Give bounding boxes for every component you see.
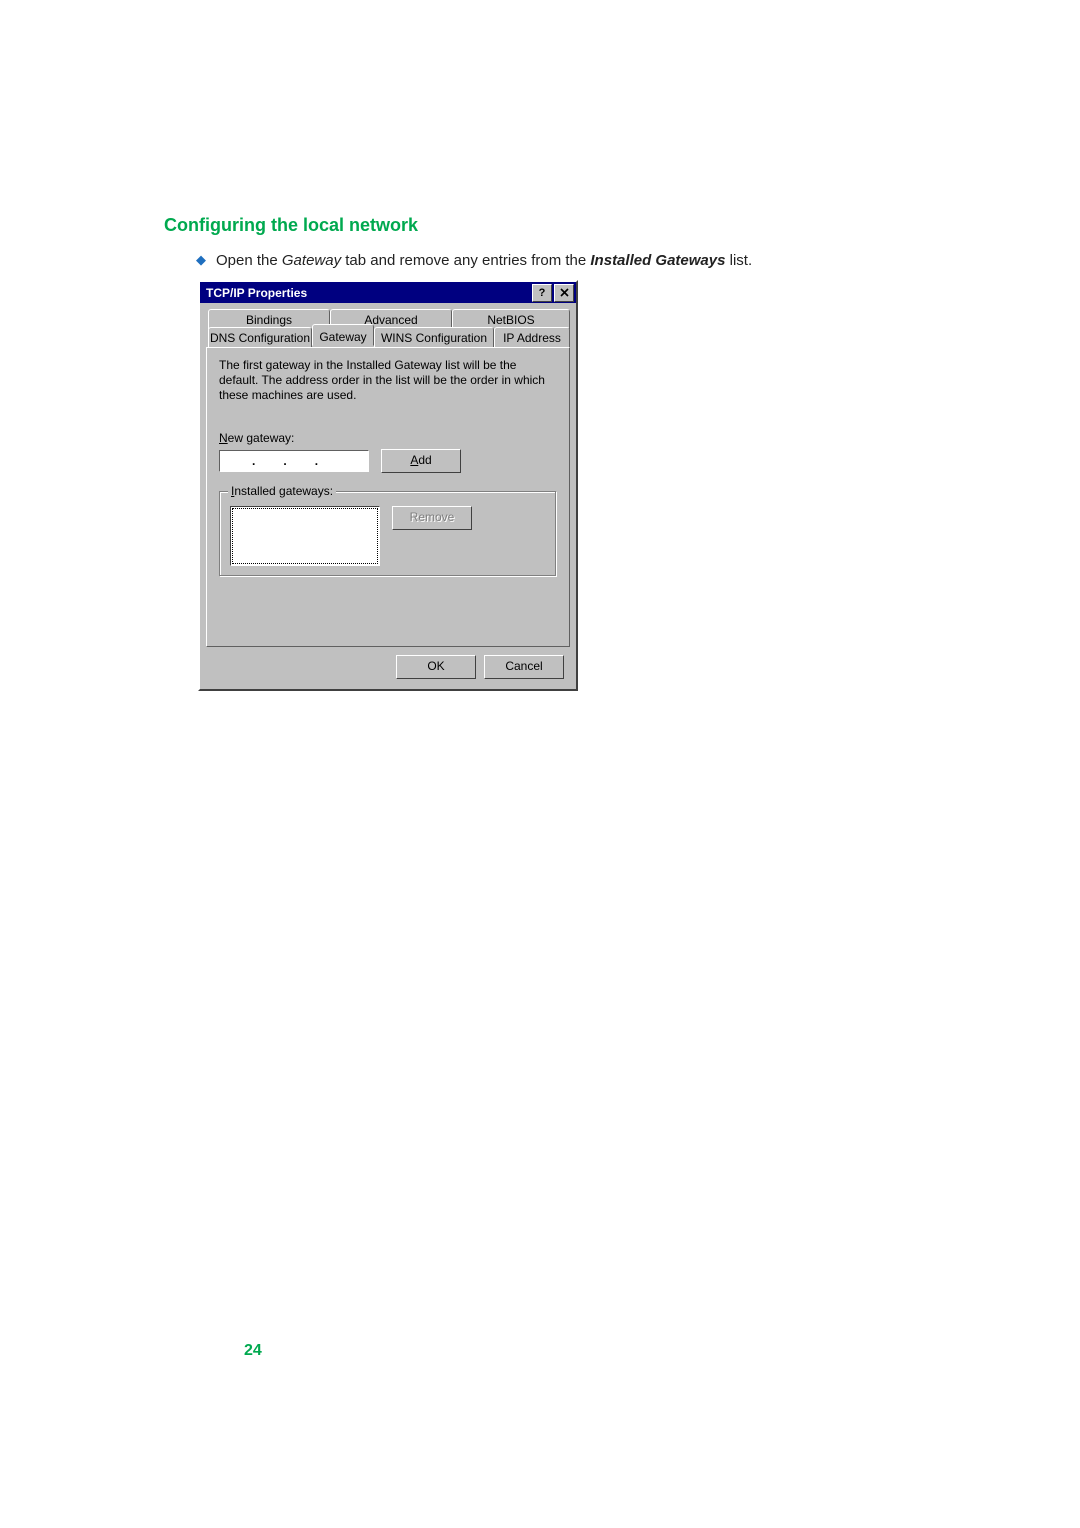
tab-strip: Bindings Advanced NetBIOS DNS Configurat… — [206, 309, 570, 647]
bullet-icon: ◆ — [196, 250, 206, 270]
ok-button[interactable]: OK — [396, 655, 476, 679]
tcpip-properties-dialog: TCP/IP Properties ? Bindings Advanced Ne… — [198, 280, 578, 691]
new-gateway-ip-input[interactable]: . . . — [219, 450, 369, 472]
close-button[interactable] — [554, 284, 574, 302]
instruction-text: Open the Gateway tab and remove any entr… — [216, 250, 752, 272]
tab-netbios[interactable]: NetBIOS — [452, 309, 570, 329]
add-button[interactable]: Add — [381, 449, 461, 473]
gateway-description: The first gateway in the Installed Gatew… — [219, 358, 557, 403]
remove-button[interactable]: Remove — [392, 506, 472, 530]
cancel-button[interactable]: Cancel — [484, 655, 564, 679]
installed-gateways-group: Installed gateways: Remove — [219, 491, 557, 577]
new-gateway-label: New gateway: — [219, 431, 557, 445]
dialog-title: TCP/IP Properties — [206, 286, 307, 300]
tab-gateway[interactable]: Gateway — [312, 324, 374, 346]
tab-wins-configuration[interactable]: WINS Configuration — [374, 327, 494, 349]
instruction-bullet: ◆ Open the Gateway tab and remove any en… — [196, 250, 752, 272]
page-number: 24 — [244, 1342, 262, 1360]
tab-panel-gateway: The first gateway in the Installed Gatew… — [206, 347, 570, 647]
tab-dns-configuration[interactable]: DNS Configuration — [208, 327, 312, 349]
help-button[interactable]: ? — [532, 284, 552, 302]
dialog-titlebar: TCP/IP Properties ? — [200, 282, 576, 303]
tab-ip-address[interactable]: IP Address — [494, 327, 570, 349]
section-heading: Configuring the local network — [164, 215, 418, 236]
installed-gateways-list[interactable] — [230, 506, 380, 566]
installed-gateways-label: Installed gateways: — [228, 484, 336, 498]
